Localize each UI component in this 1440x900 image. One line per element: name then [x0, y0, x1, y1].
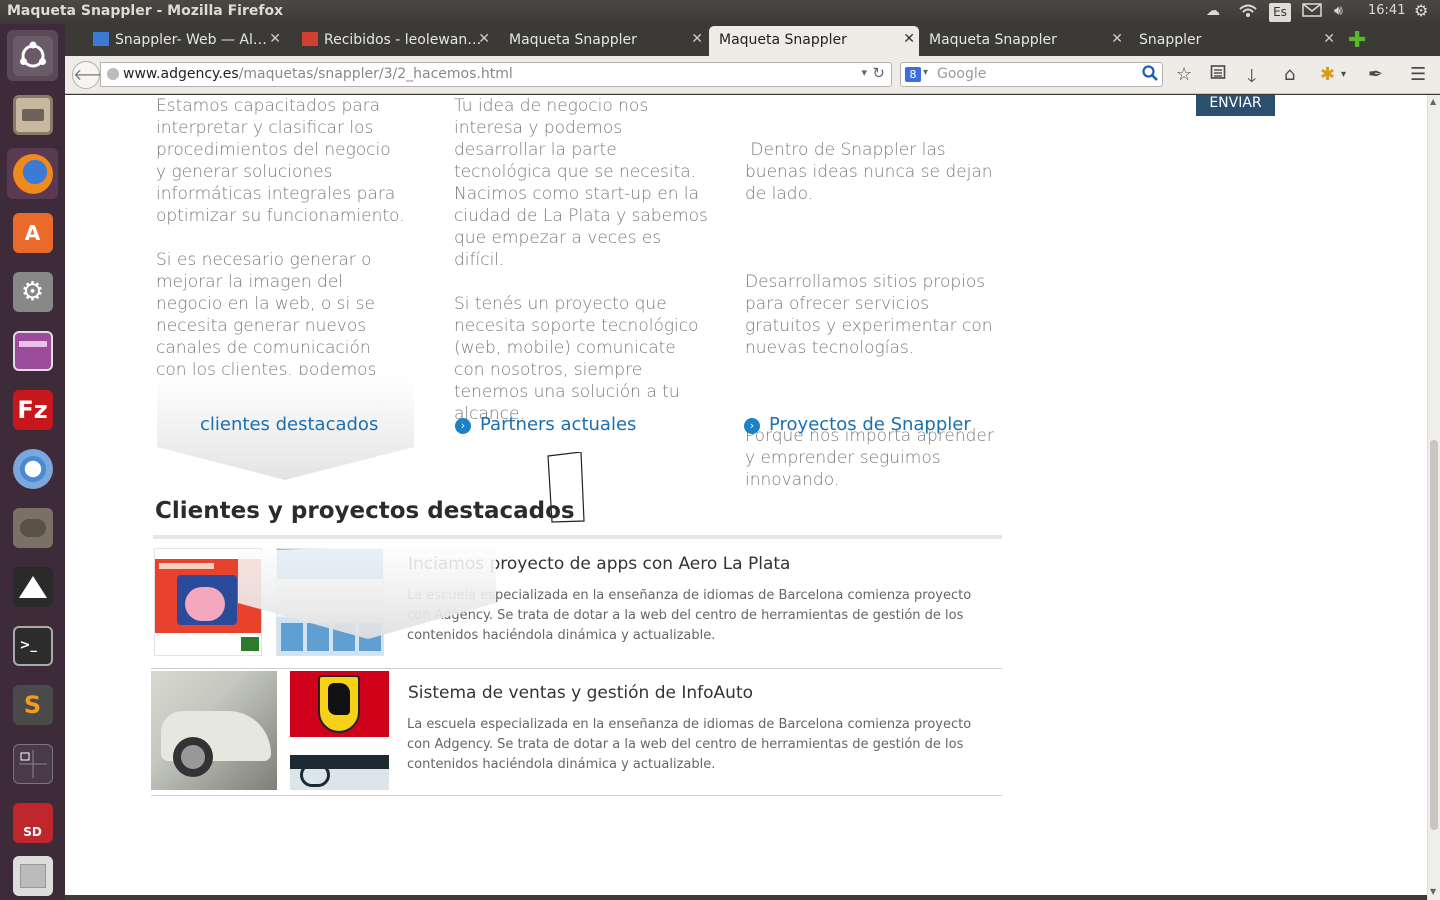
project-item[interactable]: Sistema de ventas y gestión de InfoAuto …: [151, 669, 1002, 796]
project-thumbnail-dashboard[interactable]: [290, 755, 389, 790]
tab-maqueta-snappler-3[interactable]: Maqueta Snappler ✕: [919, 26, 1127, 56]
navigation-toolbar: 🡐 www.adgency.es/maquetas/snappler/3/2_h…: [65, 56, 1440, 94]
project-thumbnail-car[interactable]: [151, 671, 277, 790]
keyboard-layout-indicator[interactable]: Es: [1269, 3, 1291, 22]
close-tab-icon[interactable]: ✕: [478, 31, 490, 47]
close-tab-icon[interactable]: ✕: [269, 31, 281, 47]
volume-icon[interactable]: 🔊︎: [1334, 3, 1343, 19]
column-paragraph: Dentro de Snappler las buenas ideas nunc…: [745, 140, 998, 204]
link-proyectos-snappler[interactable]: › Proyectos de Snappler: [744, 414, 971, 435]
column-emprendedores: Tu idea de negocio nos interesa y podemo…: [454, 95, 709, 447]
close-tab-icon[interactable]: ✕: [1111, 31, 1123, 47]
engine-dropdown-icon[interactable]: ▾: [923, 67, 928, 78]
window-title: Maqueta Snappler - Mozilla Firefox: [7, 3, 284, 19]
search-icon[interactable]: [1142, 65, 1158, 85]
link-clientes-destacados[interactable]: clientes destacados: [200, 414, 378, 435]
gmail-favicon-icon: [302, 32, 318, 46]
column-paragraph: Si tenés un proyecto que necesita soport…: [454, 294, 699, 424]
link-label: Proyectos de Snappler: [769, 414, 971, 435]
tab-label: Maqueta Snappler: [929, 32, 1057, 48]
new-tab-plus-icon[interactable]: ✚: [1348, 28, 1366, 53]
close-tab-icon[interactable]: ✕: [691, 31, 703, 47]
tab-maqueta-snappler-1[interactable]: Maqueta Snappler ✕: [499, 26, 707, 56]
power-gear-icon[interactable]: ⚙: [1414, 1, 1428, 20]
scroll-up-arrow-icon[interactable]: ▲: [1430, 97, 1436, 106]
wifi-icon[interactable]: [1238, 3, 1258, 23]
column-paragraph: Desarrollamos sitios propios para ofrece…: [745, 272, 998, 358]
tab-label: Snappler: [1139, 32, 1202, 48]
downloads-arrow-icon[interactable]: 🡓: [1247, 64, 1256, 94]
scrollbar-thumb[interactable]: [1430, 440, 1438, 830]
chevron-right-icon: ›: [455, 418, 471, 434]
trash-icon[interactable]: [7, 850, 58, 900]
tab-label: Snappler- Web — Al…: [115, 32, 267, 48]
cloud-icon[interactable]: ☁: [1206, 3, 1220, 19]
tab-snappler[interactable]: Snappler ✕: [1129, 26, 1339, 56]
sd-card-icon[interactable]: SD: [7, 797, 58, 848]
vertical-scrollbar[interactable]: ▲ ▼: [1427, 95, 1440, 900]
workspace-switcher-icon[interactable]: [7, 325, 58, 376]
tab-label: Maqueta Snappler: [509, 32, 637, 48]
tab-snappler-web[interactable]: Snappler- Web — Al… ✕: [83, 26, 285, 56]
unity-launcher: A ⚙ Fz >_ S SD: [0, 24, 65, 900]
ferrari-logo-thumbnail[interactable]: [290, 671, 389, 737]
window-bottom-edge: [65, 895, 1427, 900]
bookmark-star-icon[interactable]: ☆: [1176, 64, 1192, 85]
eyedropper-icon[interactable]: ✒: [1368, 64, 1383, 85]
inkscape-icon[interactable]: [7, 561, 58, 612]
spreadsheet-favicon-icon: [93, 32, 109, 46]
mail-icon[interactable]: [1302, 3, 1322, 21]
sublime-text-icon[interactable]: S: [7, 679, 58, 730]
software-center-icon[interactable]: A: [7, 207, 58, 258]
home-icon[interactable]: ⌂: [1284, 64, 1295, 85]
system-top-panel: Maqueta Snappler - Mozilla Firefox ☁ Es …: [0, 0, 1440, 24]
column-snappler: Dentro de Snappler las buenas ideas nunc…: [745, 95, 1000, 557]
addon-dropdown-icon[interactable]: ▾: [1341, 69, 1346, 80]
column-paragraph: Estamos capacitados para interpretar y c…: [156, 96, 405, 226]
enviar-button[interactable]: ENVIAR: [1196, 95, 1275, 116]
terminal-icon[interactable]: >_: [7, 620, 58, 671]
menu-hamburger-icon[interactable]: ☰: [1410, 64, 1426, 85]
tab-label: Recibidos - leolewan…: [324, 32, 482, 48]
workspaces-icon[interactable]: [7, 738, 58, 789]
google-engine-icon[interactable]: 8: [905, 67, 921, 82]
back-arrow-icon[interactable]: 🡐: [72, 61, 116, 89]
tab-label: Maqueta Snappler: [719, 32, 847, 48]
url-history-dropdown-icon[interactable]: ▾: [861, 66, 867, 79]
section-heading: Clientes y proyectos destacados: [155, 498, 575, 524]
column-paragraph: Tu idea de negocio nos interesa y podemo…: [454, 96, 708, 270]
search-placeholder: Google: [937, 66, 987, 82]
tab-strip: Snappler- Web — Al… ✕ Recibidos - leolew…: [65, 24, 1440, 56]
gimp-icon[interactable]: [7, 502, 58, 553]
tab-maqueta-snappler-active[interactable]: Maqueta Snappler ✕: [709, 26, 919, 56]
url-path: /maquetas/snappler/3/2_hacemos.html: [238, 66, 513, 82]
chromium-icon[interactable]: [7, 443, 58, 494]
addon-bee-icon[interactable]: ✱: [1320, 64, 1335, 85]
filezilla-icon[interactable]: Fz: [7, 384, 58, 435]
page-content: ENVIAR Estamos capacitados para interpre…: [65, 95, 1427, 895]
firefox-icon[interactable]: [7, 148, 58, 199]
clock[interactable]: 16:41: [1368, 3, 1405, 18]
scroll-down-arrow-icon[interactable]: ▼: [1430, 887, 1436, 896]
url-host: www.adgency.es: [123, 66, 239, 82]
ubuntu-dash-icon[interactable]: [7, 30, 58, 81]
search-bar[interactable]: 8 ▾ Google: [900, 62, 1163, 87]
heading-divider: [153, 535, 1002, 539]
floating-chevron-overlay: [238, 543, 496, 639]
chevron-right-icon: ›: [744, 418, 760, 434]
close-tab-icon[interactable]: ✕: [1323, 31, 1335, 47]
globe-icon: [107, 68, 119, 80]
system-settings-icon[interactable]: ⚙: [7, 266, 58, 317]
link-partners-actuales[interactable]: › Partners actuales: [455, 414, 636, 435]
project-title[interactable]: Sistema de ventas y gestión de InfoAuto: [408, 683, 753, 703]
close-tab-icon[interactable]: ✕: [903, 31, 915, 47]
url-bar[interactable]: www.adgency.es/maquetas/snappler/3/2_hac…: [100, 62, 892, 87]
tab-gmail-inbox[interactable]: Recibidos - leolewan… ✕: [292, 26, 494, 56]
link-label: Partners actuales: [480, 414, 637, 435]
reload-icon[interactable]: ↻: [872, 64, 885, 82]
project-description: La escuela especializada en la enseñanza…: [407, 717, 972, 772]
files-icon[interactable]: [7, 89, 58, 140]
bookmarks-list-icon[interactable]: [1210, 64, 1226, 85]
